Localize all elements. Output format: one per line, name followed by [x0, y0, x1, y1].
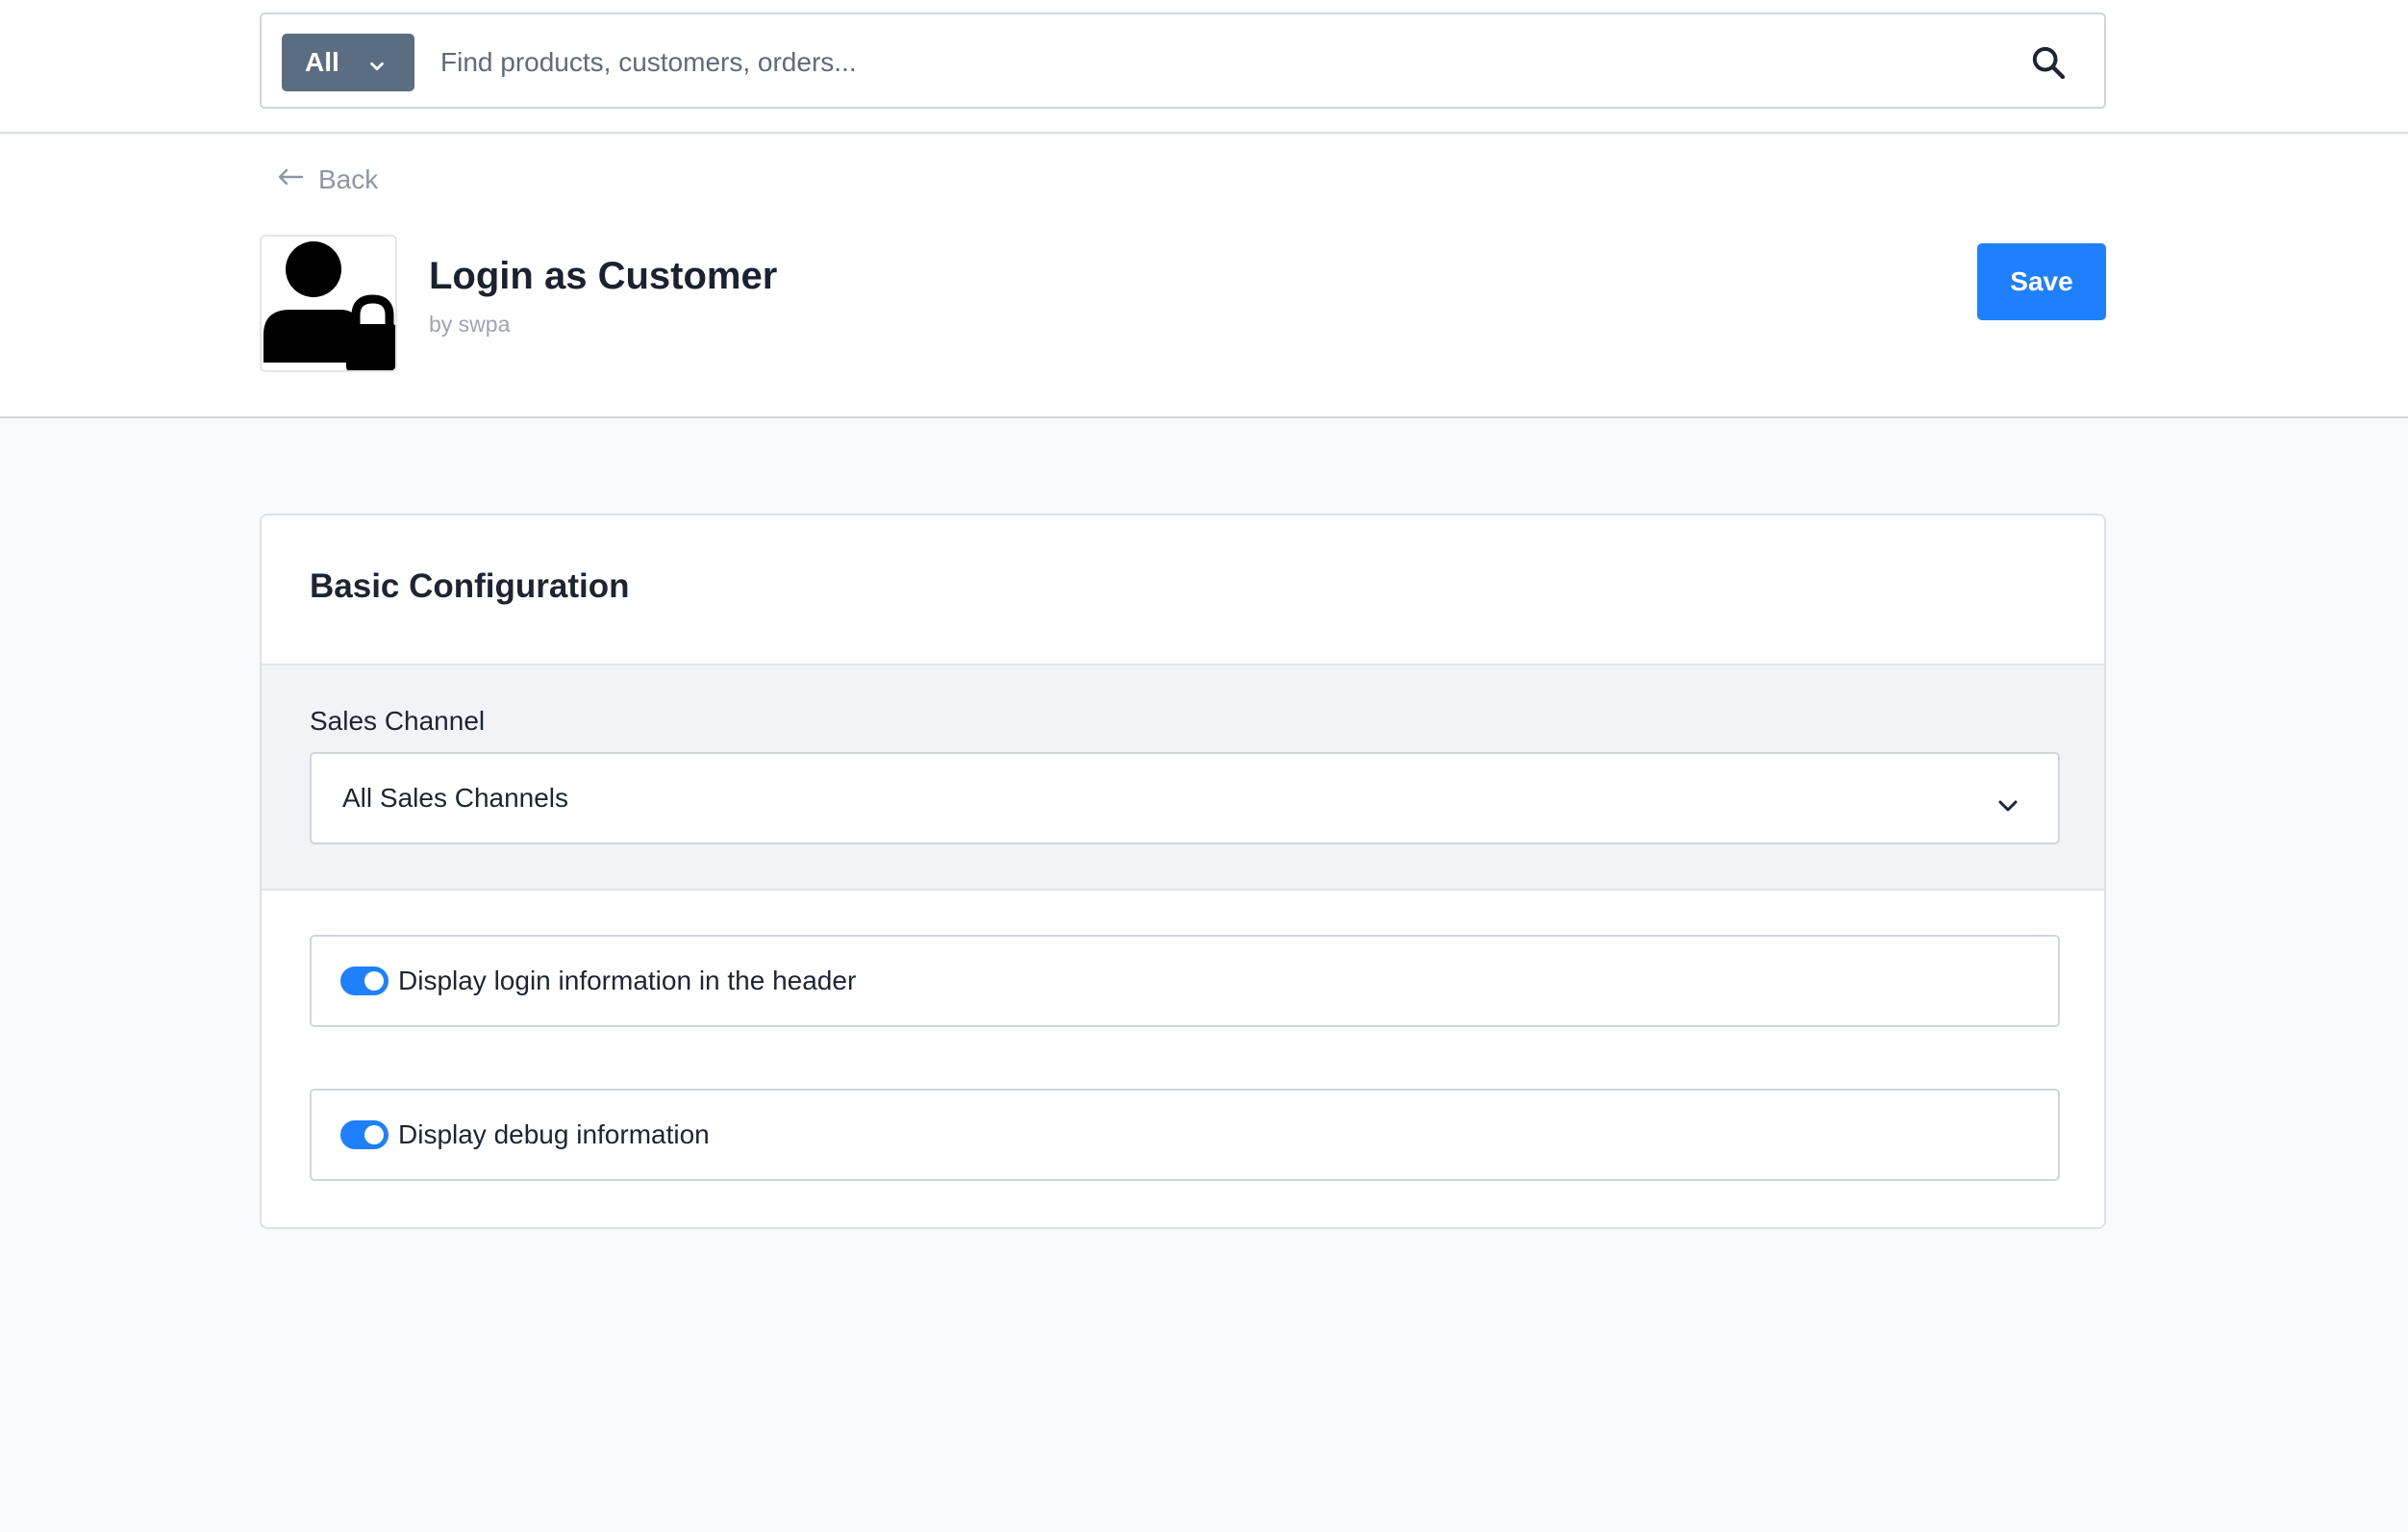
extension-header: Back Login as Customer by swpa Save	[0, 136, 2408, 418]
search-type-dropdown[interactable]: All	[282, 34, 414, 91]
save-button[interactable]: Save	[1977, 243, 2106, 320]
extension-author: by swpa	[429, 312, 511, 337]
debug-info-label: Display debug information	[398, 1119, 710, 1149]
user-lock-icon	[260, 235, 397, 372]
login-info-toggle[interactable]	[340, 967, 389, 995]
basic-configuration-card: Basic Configuration Sales Channel All Sa…	[260, 514, 2106, 1229]
back-link[interactable]: Back	[276, 164, 378, 195]
toggle-row-login-info: Display login information in the header	[310, 935, 2060, 1027]
arrow-left-icon	[276, 164, 305, 195]
debug-info-toggle[interactable]	[340, 1120, 389, 1149]
sales-channel-select[interactable]: All Sales Channels	[310, 752, 2060, 844]
toggle-row-debug-info: Display debug information	[310, 1089, 2060, 1181]
chevron-down-icon	[366, 53, 388, 84]
chevron-down-icon	[1996, 791, 2019, 821]
back-label: Back	[318, 164, 379, 194]
top-bar: All	[0, 0, 2408, 134]
sales-channel-value: All Sales Channels	[342, 783, 569, 813]
sales-channel-section: Sales Channel All Sales Channels	[262, 664, 2104, 891]
login-info-label: Display login information in the header	[398, 966, 857, 995]
page-title: Login as Customer	[429, 255, 778, 297]
search-input[interactable]	[440, 34, 1883, 91]
toggle-knob	[364, 1125, 384, 1144]
search-type-label: All	[305, 47, 339, 77]
toggle-knob	[364, 971, 384, 991]
card-title: Basic Configuration	[310, 567, 630, 605]
global-search: All	[260, 13, 2106, 109]
search-icon[interactable]	[2029, 43, 2068, 87]
sales-channel-label: Sales Channel	[310, 706, 486, 736]
